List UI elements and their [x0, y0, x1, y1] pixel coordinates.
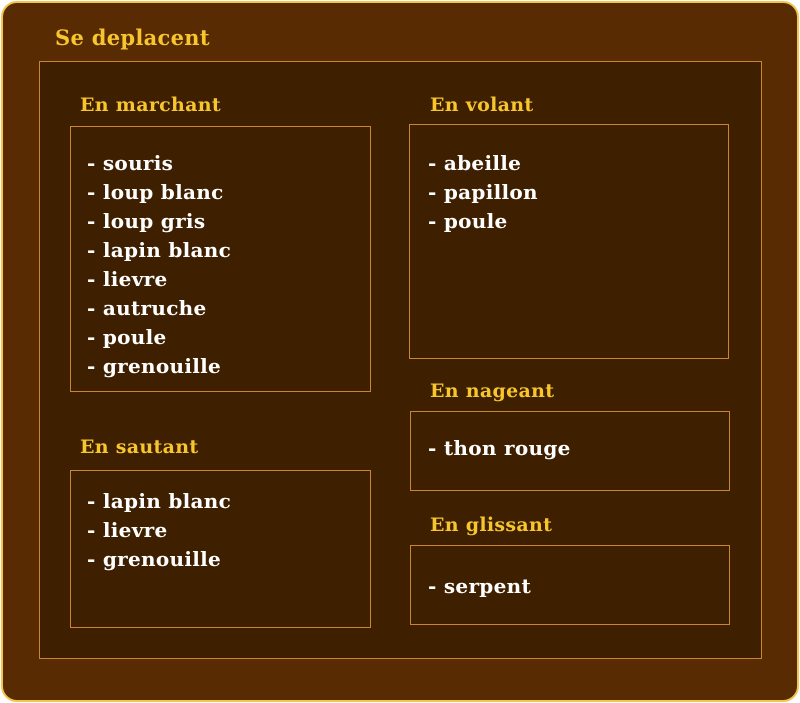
list-item: thon rouge	[428, 434, 571, 463]
list-item: serpent	[428, 572, 531, 601]
panel-title: Se deplacent	[55, 25, 210, 50]
list-glissant: serpent	[428, 572, 531, 601]
list-item: poule	[428, 207, 538, 236]
list-item: lievre	[87, 516, 231, 545]
section-title-marchant: En marchant	[80, 94, 221, 116]
section-title-volant: En volant	[430, 94, 534, 116]
list-marchant: souris loup blanc loup gris lapin blanc …	[87, 149, 231, 381]
list-item: grenouille	[87, 352, 231, 381]
list-item: grenouille	[87, 545, 231, 574]
list-item: loup gris	[87, 207, 231, 236]
section-title-sautant: En sautant	[80, 436, 199, 458]
list-item: papillon	[428, 178, 538, 207]
list-item: poule	[87, 323, 231, 352]
list-item: autruche	[87, 294, 231, 323]
list-box-nageant: thon rouge	[410, 411, 730, 491]
list-item: lapin blanc	[87, 487, 231, 516]
list-sautant: lapin blanc lievre grenouille	[87, 487, 231, 574]
list-item: lapin blanc	[87, 236, 231, 265]
section-title-glissant: En glissant	[430, 514, 553, 536]
list-nageant: thon rouge	[428, 434, 571, 463]
categories-container: En marchant souris loup blanc loup gris …	[39, 61, 762, 659]
list-item: loup blanc	[87, 178, 231, 207]
list-volant: abeille papillon poule	[428, 149, 538, 236]
list-item: souris	[87, 149, 231, 178]
movement-panel: Se deplacent En marchant souris loup bla…	[1, 1, 799, 702]
list-box-glissant: serpent	[410, 545, 730, 625]
list-item: abeille	[428, 149, 538, 178]
list-box-marchant: souris loup blanc loup gris lapin blanc …	[70, 126, 371, 392]
list-box-sautant: lapin blanc lievre grenouille	[70, 470, 371, 628]
section-title-nageant: En nageant	[430, 380, 555, 402]
list-box-volant: abeille papillon poule	[409, 124, 729, 359]
list-item: lievre	[87, 265, 231, 294]
